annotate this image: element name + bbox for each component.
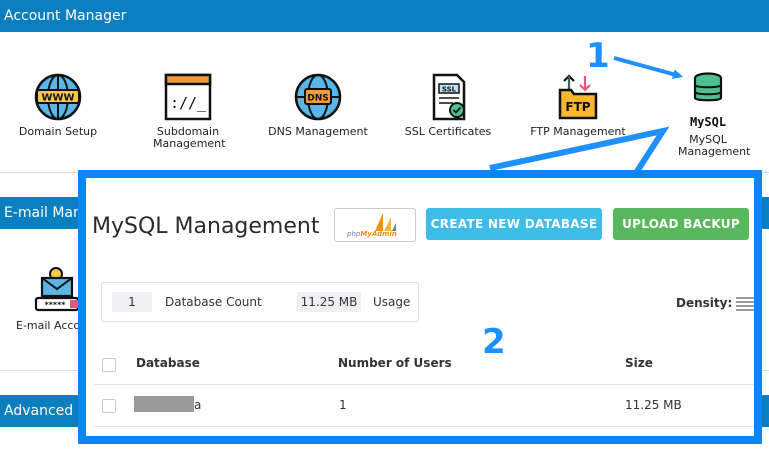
usage-label: Usage <box>373 295 411 309</box>
section-title: Advanced F <box>4 403 86 419</box>
upload-backup-button[interactable]: UPLOAD BACKUP <box>613 208 749 240</box>
annotation-number-one: 1 <box>586 36 610 76</box>
ftp-transfer-icon: FTP <box>558 74 598 120</box>
redacted-database-name <box>134 396 194 412</box>
annotation-number-two: 2 <box>482 322 506 362</box>
tool-label: E-mail Acco <box>16 319 81 332</box>
svg-text:FTP: FTP <box>565 100 590 114</box>
table-divider <box>94 384 754 385</box>
svg-text:SSL: SSL <box>442 86 457 94</box>
tool-subdomain-management[interactable]: ://_ Subdomain Management <box>144 72 232 150</box>
email-lock-icon: ***** <box>34 267 80 312</box>
tool-ftp-management[interactable]: FTP FTP Management <box>528 72 628 138</box>
section-bar-account-manager: Account Manager <box>0 0 769 32</box>
column-header-database[interactable]: Database <box>136 356 200 370</box>
tool-mysql-management[interactable]: MySQL MySQL Management <box>664 72 752 158</box>
tool-label: MySQL Management <box>678 133 751 158</box>
tool-label: Domain Setup <box>18 125 98 138</box>
tool-domain-setup[interactable]: WWW Domain Setup <box>14 72 102 138</box>
database-name-cell[interactable]: a <box>194 398 201 412</box>
tool-label: SSL Certificates <box>404 125 492 138</box>
database-count-label: Database Count <box>165 295 262 309</box>
mysql-database-icon <box>693 72 723 102</box>
www-globe-icon: WWW <box>34 73 82 121</box>
dns-globe-icon: DNS <box>294 73 342 121</box>
users-cell: 1 <box>339 398 347 412</box>
page-title: MySQL Management <box>92 214 320 239</box>
section-title: E-mail Man <box>4 205 82 221</box>
stats-summary: 1 Database Count 11.25 MB Usage <box>101 282 419 322</box>
phpmyadmin-button[interactable]: phpMyAdmin <box>334 208 416 242</box>
column-header-size[interactable]: Size <box>625 356 653 370</box>
tool-dns-management[interactable]: DNS DNS Management <box>268 72 368 138</box>
section-title: Account Manager <box>4 8 127 24</box>
svg-text:MySQL: MySQL <box>690 115 726 128</box>
size-cell: 11.25 MB <box>625 398 682 412</box>
svg-text:*****: ***** <box>45 301 67 310</box>
usage-value: 11.25 MB <box>297 292 361 312</box>
mysql-wordmark-icon: MySQL <box>690 115 726 128</box>
density-label: Density: <box>676 296 733 310</box>
phpmyadmin-logo-text: phpMyAdmin <box>347 230 397 238</box>
tool-label: DNS Management <box>268 125 368 138</box>
column-header-users[interactable]: Number of Users <box>338 356 452 370</box>
svg-text:://_: ://_ <box>170 94 207 112</box>
tool-label: FTP Management <box>530 125 626 138</box>
tool-ssl-certificates[interactable]: SSL SSL Certificates <box>402 72 494 138</box>
row-checkbox[interactable] <box>102 399 116 413</box>
create-new-database-button[interactable]: CREATE NEW DATABASE <box>426 208 602 240</box>
tool-label: Subdomain Management <box>153 125 226 150</box>
density-toggle-icon[interactable] <box>736 295 754 311</box>
table-divider <box>94 426 754 427</box>
database-count-value: 1 <box>112 292 152 312</box>
select-all-checkbox[interactable] <box>102 358 116 372</box>
terminal-window-icon: ://_ <box>164 73 212 121</box>
mysql-management-panel: MySQL Management phpMyAdmin CREATE NEW D… <box>78 170 762 444</box>
ssl-certificate-icon: SSL <box>432 73 466 121</box>
svg-text:WWW: WWW <box>41 93 74 104</box>
svg-text:DNS: DNS <box>307 94 329 104</box>
